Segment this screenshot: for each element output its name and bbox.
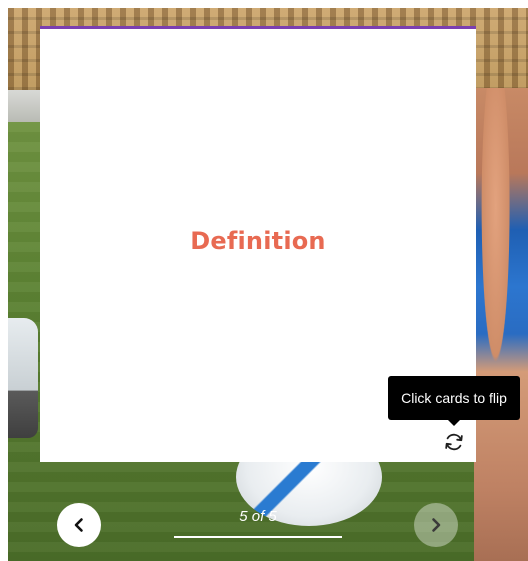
- progress-fill: [174, 536, 342, 538]
- progress-track: [174, 536, 342, 538]
- next-card-button[interactable]: [414, 503, 458, 547]
- player-right: [474, 88, 528, 561]
- chevron-right-icon: [432, 518, 441, 532]
- card-counter: 5 of 5: [239, 508, 277, 525]
- player-left: [8, 318, 38, 438]
- tooltip-arrow: [447, 419, 461, 426]
- flip-button[interactable]: [442, 430, 466, 454]
- card-term: Definition: [190, 227, 326, 255]
- refresh-icon: [445, 433, 463, 451]
- chevron-left-icon: [74, 518, 83, 532]
- flip-tooltip: Click cards to flip: [388, 376, 520, 420]
- previous-card-button[interactable]: [57, 503, 101, 547]
